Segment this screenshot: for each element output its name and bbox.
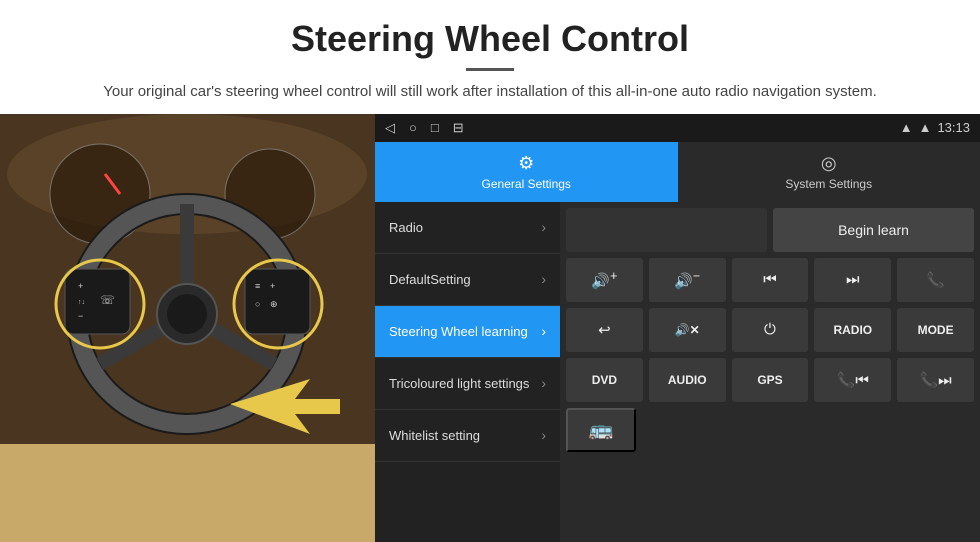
svg-text:⊕: ⊕ [270,299,278,309]
audio-button[interactable]: AUDIO [649,358,726,402]
menu-item-tricoloured[interactable]: Tricoloured light settings › [375,358,560,410]
tab-system-label: System Settings [785,177,872,191]
menu-item-whitelist-label: Whitelist setting [389,428,480,443]
dvd-button[interactable]: DVD [566,358,643,402]
radio-button[interactable]: RADIO [814,308,891,352]
menu-item-radio[interactable]: Radio › [375,202,560,254]
settings-tabs: ⚙ General Settings ◎ System Settings [375,142,980,202]
menu-item-defaultsetting-label: DefaultSetting [389,272,471,287]
begin-learn-button[interactable]: Begin learn [773,208,974,252]
bus-icon-button[interactable]: 🚌 [566,408,636,452]
phone-button[interactable]: 📞 [897,258,974,302]
mute-button[interactable]: 🔊✕ [649,308,726,352]
menu-item-steering[interactable]: Steering Wheel learning › [375,306,560,358]
settings-main: Radio › DefaultSetting › Steering Wheel … [375,202,980,542]
chevron-icon: › [541,219,546,235]
control-panel: Begin learn 🔊+ 🔊− ⏮ [560,202,980,542]
begin-learn-row: Begin learn [566,208,974,252]
bottom-icon-row: 🚌 [566,408,974,452]
recents-icon[interactable]: □ [431,120,439,135]
tab-general[interactable]: ⚙ General Settings [375,142,678,202]
phone-next-button[interactable]: 📞⏭ [897,358,974,402]
svg-text:☏: ☏ [100,293,115,307]
car-image: + ↑↓ − ☏ ≡ + ○ ⊕ [0,114,375,542]
clock: 13:13 [937,120,970,135]
phone-prev-icon: 📞⏮ [837,371,869,389]
next-track-button[interactable]: ⏭ [814,258,891,302]
mode-button[interactable]: MODE [897,308,974,352]
title-divider [466,68,514,71]
chevron-icon: › [541,271,546,287]
system-settings-icon: ◎ [821,153,837,174]
svg-text:≡: ≡ [255,281,260,291]
dvd-label: DVD [592,373,617,387]
chevron-icon: › [541,323,546,339]
page-subtitle: Your original car's steering wheel contr… [60,81,920,104]
control-row-1: 🔊+ 🔊− ⏮ ⏭ 📞 [566,258,974,302]
phone-icon: 📞 [926,271,945,289]
gps-button[interactable]: GPS [732,358,809,402]
volume-up-icon: 🔊+ [591,269,617,290]
hang-up-icon: ↩ [598,321,611,339]
next-track-icon: ⏭ [846,271,860,288]
menu-item-radio-label: Radio [389,220,423,235]
svg-text:−: − [78,311,83,321]
audio-label: AUDIO [668,373,707,387]
status-bar: ◁ ○ □ ⊟ ▲ ▲ 13:13 [375,114,980,142]
volume-down-button[interactable]: 🔊− [649,258,726,302]
tab-general-label: General Settings [482,177,571,191]
menu-item-whitelist[interactable]: Whitelist setting › [375,410,560,462]
signal-icon: ▲ [900,120,913,135]
phone-next-icon: 📞⏭ [919,371,951,389]
radio-label: RADIO [833,323,872,337]
page-title: Steering Wheel Control [60,18,920,60]
android-ui: ◁ ○ □ ⊟ ▲ ▲ 13:13 ⚙ General Settings [375,114,980,542]
menu-icon[interactable]: ⊟ [453,120,464,136]
prev-track-button[interactable]: ⏮ [732,258,809,302]
control-row-2: ↩ 🔊✕ ⏻ RADIO MODE [566,308,974,352]
power-button[interactable]: ⏻ [732,308,809,352]
home-icon[interactable]: ○ [409,120,417,135]
menu-item-tricoloured-label: Tricoloured light settings [389,376,529,391]
bus-icon: 🚌 [589,417,614,442]
menu-item-steering-label: Steering Wheel learning [389,324,528,339]
settings-menu: Radio › DefaultSetting › Steering Wheel … [375,202,560,542]
general-settings-icon: ⚙ [518,153,534,174]
gps-label: GPS [757,373,782,387]
hang-up-button[interactable]: ↩ [566,308,643,352]
chevron-icon: › [541,375,546,391]
back-icon[interactable]: ◁ [385,120,395,136]
svg-text:+: + [78,281,83,291]
svg-text:↑↓: ↑↓ [78,299,85,306]
tab-system[interactable]: ◎ System Settings [678,142,980,202]
svg-text:+: + [270,281,275,291]
empty-cell [566,208,767,252]
control-row-3: DVD AUDIO GPS 📞⏮ 📞⏭ [566,358,974,402]
svg-text:○: ○ [255,299,260,309]
volume-down-icon: 🔊− [674,269,700,290]
menu-item-defaultsetting[interactable]: DefaultSetting › [375,254,560,306]
prev-track-icon: ⏮ [763,271,777,288]
mode-label: MODE [918,323,954,337]
chevron-icon: › [541,427,546,443]
phone-prev-button[interactable]: 📞⏮ [814,358,891,402]
volume-up-button[interactable]: 🔊+ [566,258,643,302]
mute-icon: 🔊✕ [675,323,700,337]
wifi-icon: ▲ [919,120,932,135]
power-icon: ⏻ [764,321,776,338]
